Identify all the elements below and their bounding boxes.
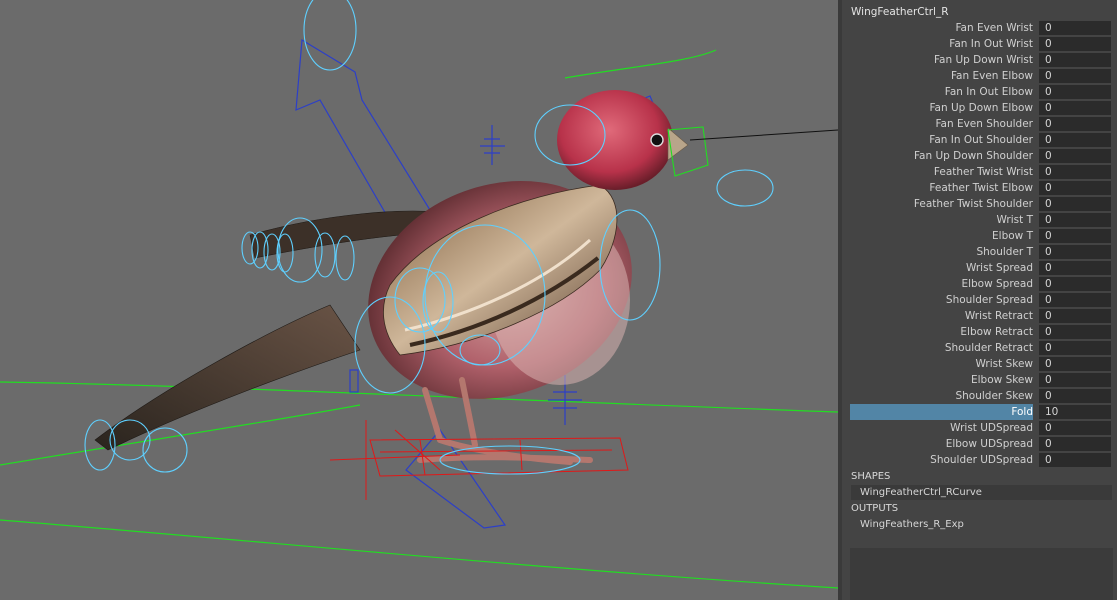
- attr-label[interactable]: Fan In Out Wrist: [842, 36, 1033, 52]
- attr-value-field[interactable]: 0: [1039, 453, 1111, 467]
- attr-row[interactable]: Fan In Out Elbow 0: [842, 84, 1117, 100]
- maya-window: WingFeatherCtrl_R Fan Even Wrist 0 Fan In…: [0, 0, 1117, 600]
- attr-label[interactable]: Fan Up Down Shoulder: [842, 148, 1033, 164]
- attr-value-field[interactable]: 0: [1039, 309, 1111, 323]
- attr-row[interactable]: Shoulder UDSpread 0: [842, 452, 1117, 468]
- bird-rig-scene[interactable]: [0, 0, 838, 600]
- attr-row[interactable]: Elbow T 0: [842, 228, 1117, 244]
- attr-label[interactable]: Fan In Out Elbow: [842, 84, 1033, 100]
- attr-row[interactable]: Fan Up Down Wrist 0: [842, 52, 1117, 68]
- attr-value-field[interactable]: 0: [1039, 181, 1111, 195]
- attr-label[interactable]: Shoulder Skew: [842, 388, 1033, 404]
- attr-row[interactable]: Wrist T 0: [842, 212, 1117, 228]
- attr-label[interactable]: Elbow UDSpread: [842, 436, 1033, 452]
- attr-label[interactable]: Elbow Spread: [842, 276, 1033, 292]
- attr-row[interactable]: Fan Even Elbow 0: [842, 68, 1117, 84]
- attr-value-field[interactable]: 0: [1039, 325, 1111, 339]
- attr-row[interactable]: Feather Twist Elbow 0: [842, 180, 1117, 196]
- attr-label[interactable]: Elbow Skew: [842, 372, 1033, 388]
- attr-row[interactable]: Elbow Spread 0: [842, 276, 1117, 292]
- attr-value-field[interactable]: 0: [1039, 133, 1111, 147]
- attr-row[interactable]: Wrist Spread 0: [842, 260, 1117, 276]
- attr-row[interactable]: Shoulder Spread 0: [842, 292, 1117, 308]
- attr-label[interactable]: Wrist UDSpread: [842, 420, 1033, 436]
- bird-beak: [667, 127, 689, 161]
- output-item[interactable]: WingFeathers_R_Exp: [851, 517, 1112, 532]
- attr-value-field[interactable]: 0: [1039, 421, 1111, 435]
- attr-value-field[interactable]: 0: [1039, 277, 1111, 291]
- attr-label[interactable]: Fan Up Down Wrist: [842, 52, 1033, 68]
- attr-label[interactable]: Fan In Out Shoulder: [842, 132, 1033, 148]
- attr-label[interactable]: Elbow T: [842, 228, 1033, 244]
- attr-row[interactable]: Wrist Skew 0: [842, 356, 1117, 372]
- aim-line: [689, 129, 838, 141]
- channel-box-panel: WingFeatherCtrl_R Fan Even Wrist 0 Fan In…: [842, 0, 1117, 600]
- attr-value-field[interactable]: 0: [1039, 373, 1111, 387]
- attr-value-field[interactable]: 0: [1039, 53, 1111, 67]
- attr-row[interactable]: Feather Twist Wrist 0: [842, 164, 1117, 180]
- outputs-heading: OUTPUTS: [851, 503, 899, 514]
- attr-row[interactable]: Fan In Out Wrist 0: [842, 36, 1117, 52]
- attr-label[interactable]: Elbow Retract: [842, 324, 1033, 340]
- attr-row[interactable]: Fan Even Wrist 0: [842, 20, 1117, 36]
- attr-value-field[interactable]: 10: [1039, 405, 1111, 419]
- attr-row[interactable]: Elbow Skew 0: [842, 372, 1117, 388]
- attr-label[interactable]: Shoulder UDSpread: [842, 452, 1033, 468]
- 3d-viewport[interactable]: [0, 0, 838, 600]
- node-name[interactable]: WingFeatherCtrl_R: [851, 5, 949, 19]
- attr-row[interactable]: Elbow Retract 0: [842, 324, 1117, 340]
- attr-value-field[interactable]: 0: [1039, 37, 1111, 51]
- attr-label[interactable]: Shoulder Spread: [842, 292, 1033, 308]
- attr-value-field[interactable]: 0: [1039, 261, 1111, 275]
- attr-value-field[interactable]: 0: [1039, 293, 1111, 307]
- attr-row[interactable]: Shoulder Skew 0: [842, 388, 1117, 404]
- attr-value-field[interactable]: 0: [1039, 437, 1111, 451]
- attr-label[interactable]: Feather Twist Shoulder: [842, 196, 1033, 212]
- attr-row[interactable]: Elbow UDSpread 0: [842, 436, 1117, 452]
- notes-area[interactable]: [850, 548, 1113, 600]
- attr-row[interactable]: Fan Even Shoulder 0: [842, 116, 1117, 132]
- attr-value-field[interactable]: 0: [1039, 341, 1111, 355]
- attr-label[interactable]: Wrist Skew: [842, 356, 1034, 372]
- attr-row[interactable]: Wrist Retract 0: [842, 308, 1117, 324]
- shape-item[interactable]: WingFeatherCtrl_RCurve: [851, 485, 1112, 500]
- attr-value-field[interactable]: 0: [1039, 117, 1111, 131]
- bird-eye: [650, 133, 664, 147]
- shapes-heading: SHAPES: [851, 471, 891, 482]
- attr-label[interactable]: Shoulder T: [842, 244, 1033, 260]
- attr-value-field[interactable]: 0: [1039, 85, 1111, 99]
- attr-label[interactable]: Wrist Spread: [842, 260, 1033, 276]
- attr-label[interactable]: Fan Up Down Elbow: [842, 100, 1033, 116]
- attribute-list: Fan Even Wrist 0 Fan In Out Wrist 0 Fan Up…: [842, 20, 1117, 468]
- attr-label[interactable]: Feather Twist Elbow: [842, 180, 1033, 196]
- attr-row[interactable]: Fan Up Down Shoulder 0: [842, 148, 1117, 164]
- attr-value-field[interactable]: 0: [1039, 357, 1111, 371]
- attr-label[interactable]: Fan Even Wrist: [842, 20, 1033, 36]
- attr-value-field[interactable]: 0: [1039, 245, 1111, 259]
- attr-value-field[interactable]: 0: [1039, 149, 1111, 163]
- attr-label[interactable]: Wrist T: [842, 212, 1033, 228]
- attr-value-field[interactable]: 0: [1039, 165, 1111, 179]
- attr-row[interactable]: Shoulder Retract 0: [842, 340, 1117, 356]
- attr-row-selected[interactable]: Fold 10: [842, 404, 1117, 420]
- attr-row[interactable]: Fan Up Down Elbow 0: [842, 100, 1117, 116]
- attr-label[interactable]: Shoulder Retract: [842, 340, 1033, 356]
- attr-value-field[interactable]: 0: [1039, 389, 1111, 403]
- attr-value-field[interactable]: 0: [1039, 229, 1111, 243]
- attr-row[interactable]: Fan In Out Shoulder 0: [842, 132, 1117, 148]
- attr-label[interactable]: Wrist Retract: [842, 308, 1033, 324]
- attr-value-field[interactable]: 0: [1039, 69, 1111, 83]
- attr-value-field[interactable]: 0: [1039, 21, 1111, 35]
- attr-row[interactable]: Wrist UDSpread 0: [842, 420, 1117, 436]
- attr-value-field[interactable]: 0: [1039, 197, 1111, 211]
- attr-row[interactable]: Feather Twist Shoulder 0: [842, 196, 1117, 212]
- attr-label[interactable]: Fan Even Elbow: [842, 68, 1033, 84]
- attr-label-selected[interactable]: Fold: [850, 404, 1033, 420]
- attr-label[interactable]: Feather Twist Wrist: [842, 164, 1033, 180]
- attr-row[interactable]: Shoulder T 0: [842, 244, 1117, 260]
- attr-label[interactable]: Fan Even Shoulder: [842, 116, 1033, 132]
- attr-value-field[interactable]: 0: [1039, 213, 1111, 227]
- attr-value-field[interactable]: 0: [1039, 101, 1111, 115]
